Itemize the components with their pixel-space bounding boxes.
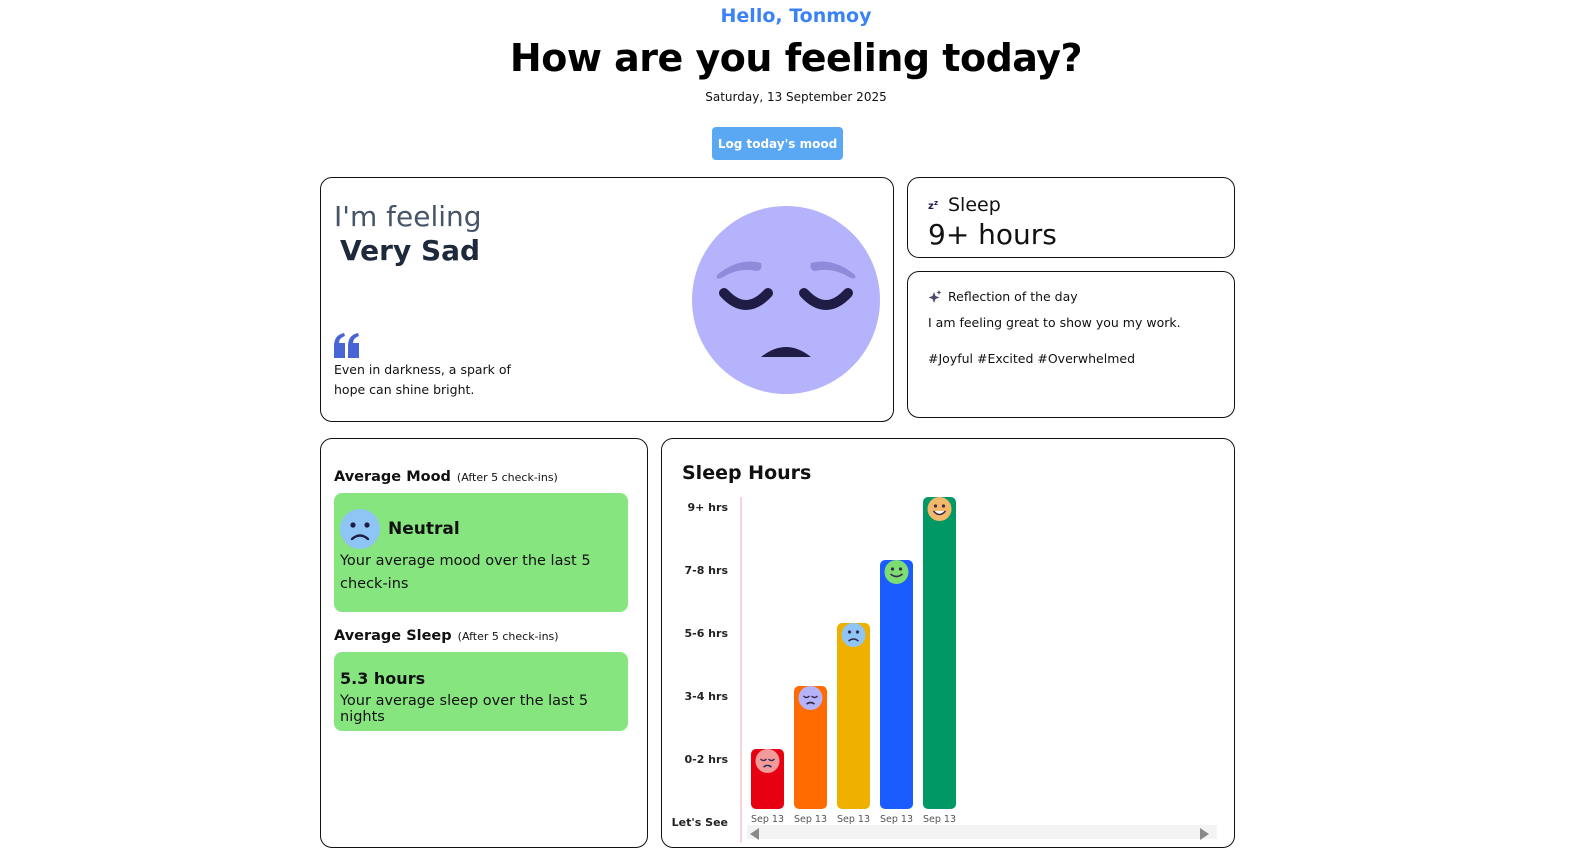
sleep-title: Sleep: [948, 194, 1001, 216]
chart-bar: [923, 497, 956, 809]
feeling-quote: Even in darkness, a spark of hope can sh…: [334, 362, 511, 397]
sad-face-icon: [798, 686, 823, 710]
sleep-hours-chart: Let's See 0-2 hrs 3-4 hrs 5-6 hrs 7-8 hrs 9+ …: [672, 497, 956, 843]
feeling-label: I'm feeling: [334, 200, 482, 233]
x-tick-label: Sep 13: [837, 814, 870, 825]
average-sleep-box: 5.3 hours Your average sleep over the la…: [334, 652, 628, 731]
average-sleep-description: Your average sleep over the last 5 night…: [340, 693, 589, 725]
log-mood-button[interactable]: Log today's mood: [712, 127, 843, 160]
averages-card: Average Mood (After 5 check-ins) Neutral…: [320, 438, 648, 848]
average-mood-subtitle: (After 5 check-ins): [456, 471, 558, 484]
y-tick-label: 0-2 hrs: [684, 753, 728, 766]
average-mood-box: Neutral Your average mood over the last …: [334, 493, 628, 612]
x-tick-label: Sep 13: [880, 814, 913, 825]
chart-bar: [837, 623, 870, 809]
happy-face-icon: [884, 560, 909, 584]
y-tick-label: Let's See: [672, 816, 728, 829]
very-sad-face-icon: [755, 749, 780, 773]
quote-icon: [334, 333, 359, 358]
y-tick-label: 3-4 hrs: [684, 690, 728, 703]
average-sleep-title: Average Sleep: [334, 628, 452, 644]
feeling-value: Very Sad: [340, 234, 481, 267]
neutral-face-icon: [340, 509, 380, 549]
reflection-text: I am feeling great to show you my work.: [928, 315, 1181, 330]
x-tick-label: Sep 13: [794, 814, 827, 825]
average-mood-description: Your average mood over the last 5 check-…: [340, 553, 591, 592]
y-tick-label: 7-8 hrs: [684, 564, 728, 577]
sleep-hours-chart-card: Sleep Hours Let's See 0-2 hrs 3-4 hrs 5-6 h…: [661, 438, 1235, 848]
zzz-icon: z z: [928, 199, 938, 212]
very-happy-face-icon: [927, 497, 952, 521]
current-feeling-card: I'm feeling Very Sad Even in darkness, a…: [320, 177, 894, 422]
svg-text:z: z: [934, 199, 938, 207]
y-tick-label: 9+ hrs: [687, 501, 728, 514]
y-tick-label: 5-6 hrs: [684, 627, 728, 640]
reflection-tags: #Joyful #Excited #Overwhelmed: [928, 351, 1136, 366]
page-title: How are you feeling today?: [509, 36, 1083, 80]
greeting: Hello, Tonmoy: [720, 5, 872, 27]
neutral-face-icon: [841, 623, 866, 647]
scroll-right-arrow-icon[interactable]: [1200, 828, 1209, 840]
average-sleep-subtitle: (After 5 check-ins): [457, 630, 559, 643]
very-sad-face-icon: [692, 206, 880, 394]
chart-scrollbar[interactable]: [747, 825, 1217, 839]
sleep-card: z z Sleep 9+ hours: [907, 177, 1235, 258]
average-mood-name: Neutral: [388, 519, 460, 539]
reflection-title: Reflection of the day: [948, 289, 1078, 304]
reflection-card: Reflection of the day I am feeling great…: [907, 271, 1235, 418]
average-mood-title: Average Mood: [334, 469, 451, 485]
chart-bar: [880, 560, 913, 809]
x-tick-label: Sep 13: [923, 814, 956, 825]
sleep-value: 9+ hours: [928, 218, 1057, 251]
x-tick-label: Sep 13: [751, 814, 784, 825]
scroll-left-arrow-icon[interactable]: [750, 828, 759, 840]
sparkle-icon: [928, 289, 942, 303]
average-sleep-value: 5.3 hours: [340, 669, 426, 688]
current-date: Saturday, 13 September 2025: [705, 90, 887, 104]
